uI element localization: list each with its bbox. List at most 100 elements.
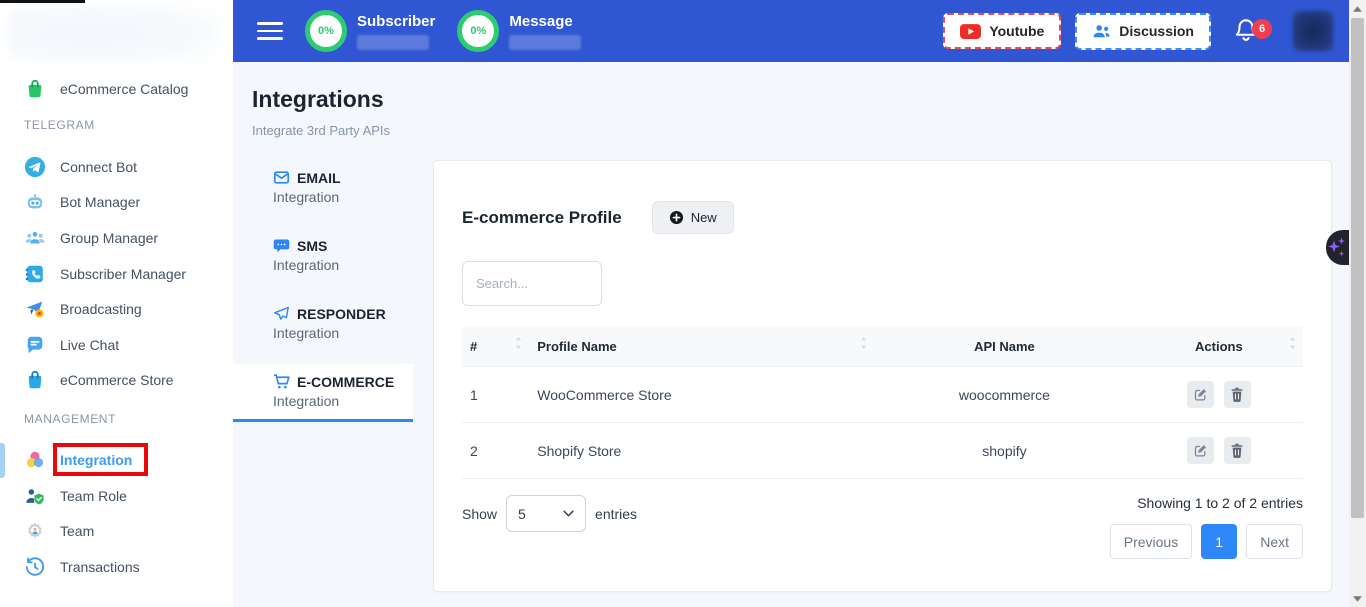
sidebar-item-bot-manager[interactable]: Bot Manager — [0, 187, 233, 217]
tab-responder-integration[interactable]: RESPONDER Integration — [233, 296, 413, 351]
tab-sublabel: Integration — [273, 257, 413, 273]
tab-sublabel: Integration — [273, 189, 413, 205]
sidebar-item-transactions[interactable]: Transactions — [0, 552, 233, 582]
discussion-button[interactable]: Discussion — [1075, 13, 1211, 50]
tab-ecommerce-integration[interactable]: E-COMMERCE Integration — [233, 364, 413, 422]
page-size-control: Show 5 entries — [462, 495, 637, 532]
search-input[interactable] — [462, 261, 602, 306]
paper-plane-icon — [273, 305, 290, 322]
delete-button[interactable] — [1224, 437, 1251, 464]
table-footer: Show 5 entries Showing 1 to 2 of 2 entri… — [462, 495, 1303, 559]
column-header-profile-name[interactable]: Profile Name — [529, 327, 874, 367]
scroll-down-arrow[interactable] — [1349, 590, 1366, 607]
table-row: 2 Shopify Store shopify — [462, 423, 1303, 479]
profile-name-cell: Shopify Store — [529, 423, 874, 479]
sidebar-section-telegram: TELEGRAM — [24, 118, 95, 132]
group-icon — [24, 227, 46, 249]
entries-label: entries — [595, 506, 637, 522]
trash-icon — [1230, 443, 1244, 458]
subscriber-progress-ring: 0% — [305, 10, 347, 52]
sidebar-item-ecommerce-store[interactable]: eCommerce Store — [0, 365, 233, 395]
sidebar-item-connect-bot[interactable]: Connect Bot — [0, 152, 233, 182]
sidebar-item-subscriber-manager[interactable]: Subscriber Manager — [0, 259, 233, 289]
page-title: Integrations — [252, 86, 384, 113]
integration-circles-icon — [24, 449, 46, 471]
delete-button[interactable] — [1224, 381, 1251, 408]
page-size-select[interactable]: 5 — [506, 495, 586, 532]
page-subtitle: Integrate 3rd Party APIs — [252, 123, 390, 138]
sidebar: eCommerce Catalog TELEGRAM Connect Bot B… — [0, 0, 233, 607]
sort-icon[interactable] — [859, 337, 868, 349]
new-profile-button[interactable]: New — [652, 201, 734, 234]
edit-button[interactable] — [1187, 381, 1214, 408]
user-avatar[interactable] — [1293, 11, 1333, 51]
sort-icon[interactable] — [514, 337, 523, 349]
sidebar-item-group-manager[interactable]: Group Manager — [0, 223, 233, 253]
api-name-cell: woocommerce — [874, 367, 1135, 423]
notifications-button[interactable]: 6 — [1233, 16, 1263, 46]
sidebar-item-integration[interactable]: Integration — [0, 445, 233, 475]
telegram-icon — [24, 156, 46, 178]
shopping-cart-icon — [273, 373, 290, 390]
pagination: Previous 1 Next — [1110, 524, 1303, 559]
transactions-history-icon — [24, 556, 46, 578]
next-page-button[interactable]: Next — [1246, 524, 1303, 559]
chat-bubble-icon — [24, 334, 46, 356]
integration-type-nav: EMAIL Integration SMS Integration — [233, 160, 413, 422]
column-header-api-name[interactable]: API Name — [874, 327, 1135, 367]
trash-icon — [1230, 387, 1244, 402]
edit-icon — [1193, 443, 1208, 458]
previous-page-button[interactable]: Previous — [1110, 524, 1192, 559]
sidebar-item-team[interactable]: Team — [0, 516, 233, 546]
edit-icon — [1193, 387, 1208, 402]
sms-bubble-icon — [273, 237, 290, 254]
header-actions: Youtube Discussion 6 — [943, 11, 1349, 51]
tab-sms-integration[interactable]: SMS Integration — [233, 228, 413, 283]
message-progress-ring: 0% — [457, 10, 499, 52]
ai-assistant-button[interactable] — [1326, 230, 1349, 265]
shopping-bag-icon — [24, 78, 46, 100]
email-icon — [273, 169, 290, 186]
message-usage-stat: 0% Message — [457, 10, 581, 52]
show-label: Show — [462, 506, 497, 522]
sidebar-item-label: Broadcasting — [60, 301, 142, 317]
new-button-label: New — [691, 210, 717, 225]
store-bag-icon — [24, 369, 46, 391]
scroll-up-arrow[interactable] — [1349, 0, 1366, 17]
table-header-row: # Profile Name API Name — [462, 327, 1303, 367]
sidebar-item-team-role[interactable]: Team Role — [0, 481, 233, 511]
table-info-text: Showing 1 to 2 of 2 entries — [1137, 495, 1303, 511]
scrollbar-thumb[interactable] — [1351, 18, 1364, 518]
subscriber-stat-value-redacted — [357, 35, 429, 50]
sidebar-item-label: Connect Bot — [60, 159, 137, 175]
notification-count-badge: 6 — [1252, 19, 1272, 39]
app-window: eCommerce Catalog TELEGRAM Connect Bot B… — [0, 0, 1366, 607]
subscriber-stat-label: Subscriber — [357, 13, 435, 30]
team-gear-icon — [24, 520, 46, 542]
browser-scrollbar[interactable] — [1349, 0, 1366, 607]
youtube-button[interactable]: Youtube — [943, 13, 1061, 49]
page-1-button[interactable]: 1 — [1201, 524, 1237, 559]
sort-icon[interactable] — [1288, 337, 1297, 349]
tab-label: SMS — [297, 238, 327, 254]
sidebar-item-label: Subscriber Manager — [60, 266, 186, 282]
broadcast-icon — [24, 298, 46, 320]
sidebar-item-live-chat[interactable]: Live Chat — [0, 330, 233, 360]
youtube-icon — [960, 24, 981, 39]
role-shield-icon — [24, 485, 46, 507]
youtube-button-label: Youtube — [989, 23, 1044, 39]
page-size-value: 5 — [518, 506, 526, 522]
menu-toggle-icon[interactable] — [257, 22, 283, 40]
subscriber-usage-stat: 0% Subscriber — [305, 10, 435, 52]
sidebar-item-ecommerce-catalog[interactable]: eCommerce Catalog — [0, 74, 233, 104]
column-header-actions[interactable]: Actions — [1135, 327, 1303, 367]
contacts-phone-icon — [24, 263, 46, 285]
row-actions — [1135, 367, 1303, 423]
edit-button[interactable] — [1187, 437, 1214, 464]
sidebar-item-label: Team — [60, 523, 94, 539]
sidebar-item-label: Integration — [60, 452, 132, 468]
card-title: E-commerce Profile — [462, 208, 622, 228]
column-header-number[interactable]: # — [462, 327, 529, 367]
sidebar-item-broadcasting[interactable]: Broadcasting — [0, 294, 233, 324]
tab-email-integration[interactable]: EMAIL Integration — [233, 160, 413, 215]
